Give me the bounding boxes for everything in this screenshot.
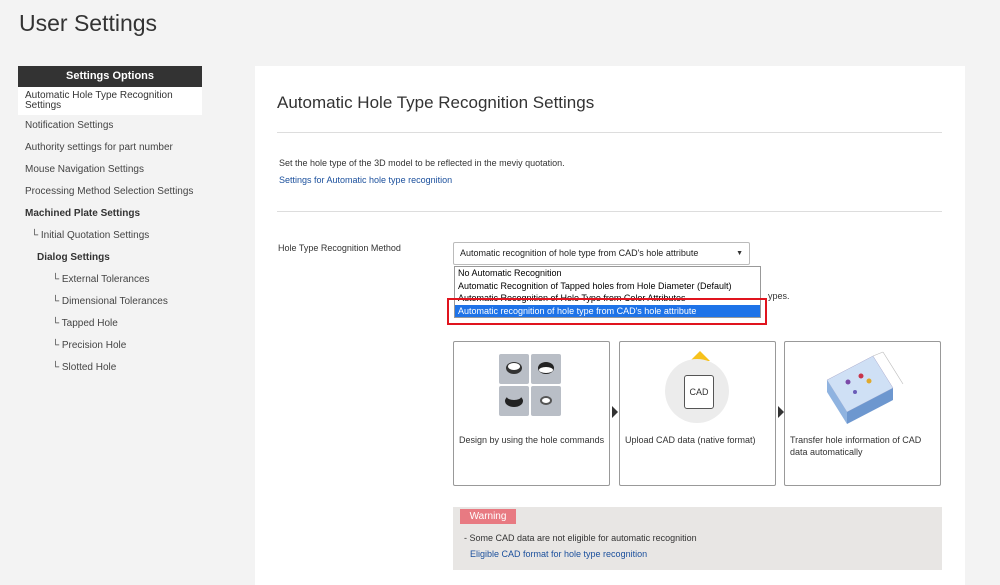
block-model-icon	[826, 351, 904, 424]
divider	[277, 132, 942, 133]
step-card-transfer: Transfer hole information of CAD data au…	[784, 341, 941, 486]
sidebar-item-dimensional-tolerances[interactable]: └ Dimensional Tolerances	[18, 291, 202, 313]
method-select-value: Automatic recognition of hole type from …	[460, 248, 699, 258]
sidebar-item-tapped-hole[interactable]: └ Tapped Hole	[18, 313, 202, 335]
chevron-down-icon: ▼	[736, 250, 743, 257]
settings-link[interactable]: Settings for Automatic hole type recogni…	[279, 175, 452, 185]
warning-box: Warning - Some CAD data are not eligible…	[453, 507, 942, 570]
warning-badge: Warning	[460, 509, 516, 524]
sidebar-item-machined-plate[interactable]: Machined Plate Settings	[18, 203, 202, 225]
partial-text: ypes.	[768, 291, 790, 301]
method-label: Hole Type Recognition Method	[278, 243, 401, 253]
section-description: Set the hole type of the 3D model to be …	[279, 158, 565, 168]
arrow-right-icon	[612, 406, 618, 418]
hole-tile	[531, 386, 561, 416]
method-select[interactable]: Automatic recognition of hole type from …	[453, 242, 750, 265]
page-title: User Settings	[19, 10, 158, 36]
cad-file-icon: CAD	[684, 375, 714, 409]
step-card-upload: CAD Upload CAD data (native format)	[619, 341, 776, 486]
step-text: Design by using the hole commands	[459, 435, 605, 445]
warning-text: - Some CAD data are not eligible for aut…	[464, 533, 697, 543]
settings-panel: Automatic Hole Type Recognition Settings…	[255, 66, 965, 585]
step-text: Transfer hole information of CAD data au…	[790, 435, 922, 457]
sidebar-item-mouse-navigation[interactable]: Mouse Navigation Settings	[18, 159, 202, 181]
hole-commands-icon	[499, 354, 561, 416]
hole-tile	[499, 354, 529, 384]
sidebar-item-precision-hole[interactable]: └ Precision Hole	[18, 335, 202, 357]
sidebar-item-processing-method[interactable]: Processing Method Selection Settings	[18, 181, 202, 203]
option-no-automatic[interactable]: No Automatic Recognition	[455, 267, 760, 280]
eligible-cad-format-link[interactable]: Eligible CAD format for hole type recogn…	[470, 549, 647, 559]
hole-tile	[531, 354, 561, 384]
step-card-design: Design by using the hole commands	[453, 341, 610, 486]
settings-sidebar: Settings Options Automatic Hole Type Rec…	[18, 66, 202, 379]
sidebar-item-automatic-hole-type-recognition[interactable]: Automatic Hole Type Recognition Settings	[18, 87, 202, 115]
sidebar-item-authority-settings[interactable]: Authority settings for part number	[18, 137, 202, 159]
sidebar-item-notification-settings[interactable]: Notification Settings	[18, 115, 202, 137]
sidebar-item-initial-quotation[interactable]: └ Initial Quotation Settings	[18, 225, 202, 247]
sidebar-header: Settings Options	[18, 66, 202, 87]
hole-tile	[499, 386, 529, 416]
divider	[277, 211, 942, 212]
step-text: Upload CAD data (native format)	[625, 435, 756, 445]
sidebar-item-external-tolerances[interactable]: └ External Tolerances	[18, 269, 202, 291]
highlight-box	[447, 298, 767, 325]
section-title: Automatic Hole Type Recognition Settings	[277, 93, 595, 112]
sidebar-item-dialog-settings[interactable]: Dialog Settings	[18, 247, 202, 269]
option-tapped-from-diameter[interactable]: Automatic Recognition of Tapped holes fr…	[455, 280, 760, 293]
sidebar-item-slotted-hole[interactable]: └ Slotted Hole	[18, 357, 202, 379]
